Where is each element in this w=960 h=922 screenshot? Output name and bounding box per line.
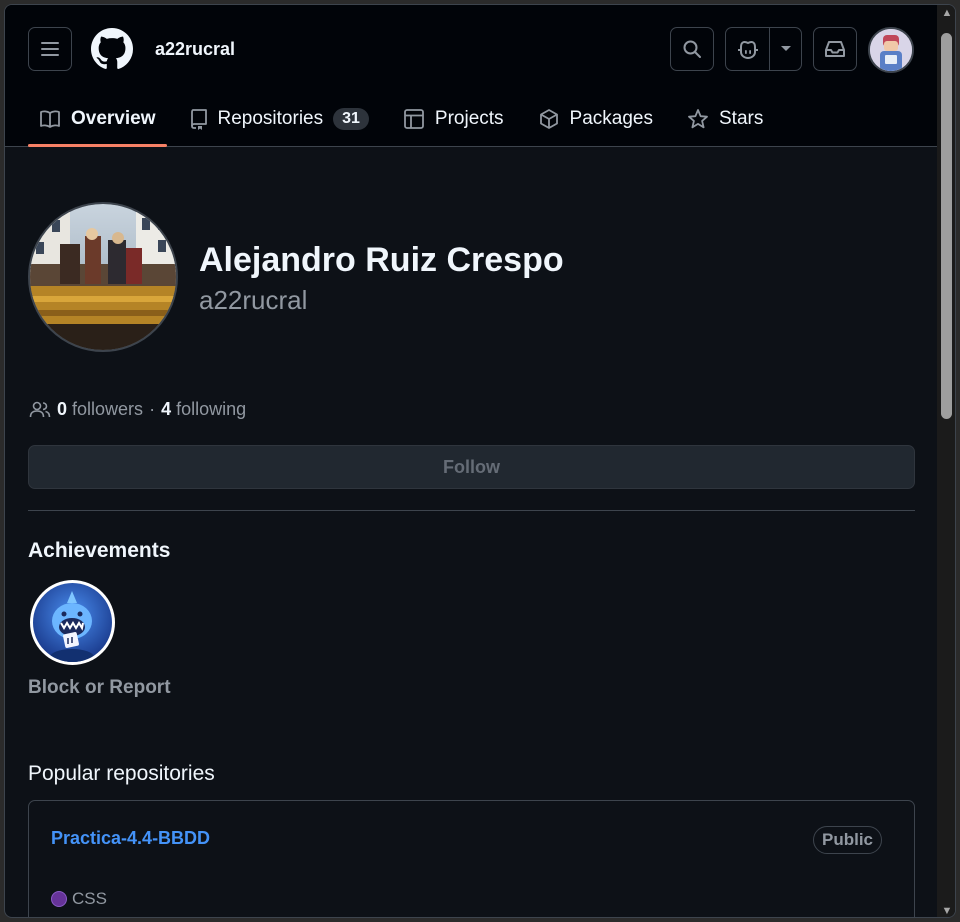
follow-separator: · bbox=[149, 399, 156, 419]
repo-card: Practica-4.4-BBDD Public CSS bbox=[28, 800, 915, 917]
shark-achievement-icon bbox=[33, 583, 112, 662]
achievements-title: Achievements bbox=[28, 539, 171, 562]
browser-window: a22rucral Overview Repositories 31 Proje… bbox=[4, 4, 956, 918]
tab-packages-label: Packages bbox=[569, 108, 653, 129]
inbox-button[interactable] bbox=[813, 27, 857, 71]
button-divider bbox=[769, 28, 770, 70]
tab-projects[interactable]: Projects bbox=[392, 95, 515, 143]
language-color-dot bbox=[51, 891, 67, 907]
repo-icon bbox=[190, 109, 207, 130]
section-divider bbox=[28, 510, 915, 511]
search-icon bbox=[683, 40, 701, 58]
profile-photo bbox=[30, 204, 176, 350]
followers-link[interactable]: 0 followers bbox=[57, 399, 143, 420]
followers-count: 0 bbox=[57, 399, 68, 419]
tab-packages[interactable]: Packages bbox=[527, 95, 664, 143]
star-icon bbox=[688, 109, 708, 129]
package-icon bbox=[539, 109, 558, 129]
scroll-up-arrow-icon[interactable]: ▲ bbox=[941, 7, 953, 19]
tab-overview-label: Overview bbox=[71, 108, 156, 129]
header-username[interactable]: a22rucral bbox=[155, 39, 235, 60]
tab-overview[interactable]: Overview bbox=[28, 95, 167, 147]
block-or-report-link[interactable]: Block or Report bbox=[28, 677, 171, 699]
tab-stars[interactable]: Stars bbox=[676, 95, 774, 143]
achievement-badge[interactable] bbox=[30, 580, 115, 665]
user-avatar[interactable] bbox=[868, 27, 914, 73]
profile-login: a22rucral bbox=[199, 285, 308, 315]
copilot-button-group bbox=[725, 27, 802, 71]
repo-language-label: CSS bbox=[72, 889, 107, 908]
hamburger-icon bbox=[41, 42, 59, 56]
search-button[interactable] bbox=[670, 27, 714, 71]
popular-repositories-title: Popular repositories bbox=[28, 762, 215, 785]
people-icon bbox=[29, 401, 51, 417]
profile-full-name: Alejandro Ruiz Crespo bbox=[199, 241, 564, 279]
profile-tabs: Overview Repositories 31 Projects Packag… bbox=[28, 95, 774, 147]
menu-button[interactable] bbox=[28, 27, 72, 71]
book-icon bbox=[40, 110, 60, 128]
follow-button[interactable]: Follow bbox=[28, 445, 915, 489]
repositories-count: 31 bbox=[333, 108, 369, 130]
following-link[interactable]: 4 following bbox=[161, 399, 246, 420]
scrollbar-thumb[interactable] bbox=[941, 33, 952, 419]
github-logo-icon[interactable] bbox=[91, 28, 133, 70]
table-icon bbox=[404, 109, 424, 129]
page-viewport: a22rucral Overview Repositories 31 Proje… bbox=[5, 5, 937, 917]
vertical-scrollbar[interactable]: ▲ ▼ bbox=[937, 5, 955, 917]
tab-projects-label: Projects bbox=[434, 108, 504, 129]
followers-label: followers bbox=[72, 399, 144, 419]
repo-language: CSS bbox=[51, 889, 107, 909]
chevron-down-icon[interactable] bbox=[780, 45, 792, 53]
copilot-icon[interactable] bbox=[737, 39, 759, 59]
followers-row: 0 followers · 4 following bbox=[29, 399, 246, 420]
profile-avatar[interactable] bbox=[28, 202, 178, 352]
global-header: a22rucral Overview Repositories 31 Proje… bbox=[5, 5, 937, 147]
user-avatar-image bbox=[870, 29, 912, 71]
scroll-down-arrow-icon[interactable]: ▼ bbox=[941, 905, 953, 917]
repo-visibility-badge: Public bbox=[812, 826, 882, 854]
repo-name-link[interactable]: Practica-4.4-BBDD bbox=[51, 828, 210, 849]
tab-stars-label: Stars bbox=[719, 108, 764, 129]
following-count: 4 bbox=[161, 399, 172, 419]
following-label: following bbox=[176, 399, 247, 419]
tab-repositories-label: Repositories bbox=[217, 108, 324, 129]
tab-repositories[interactable]: Repositories 31 bbox=[179, 95, 380, 143]
inbox-icon bbox=[825, 41, 845, 57]
